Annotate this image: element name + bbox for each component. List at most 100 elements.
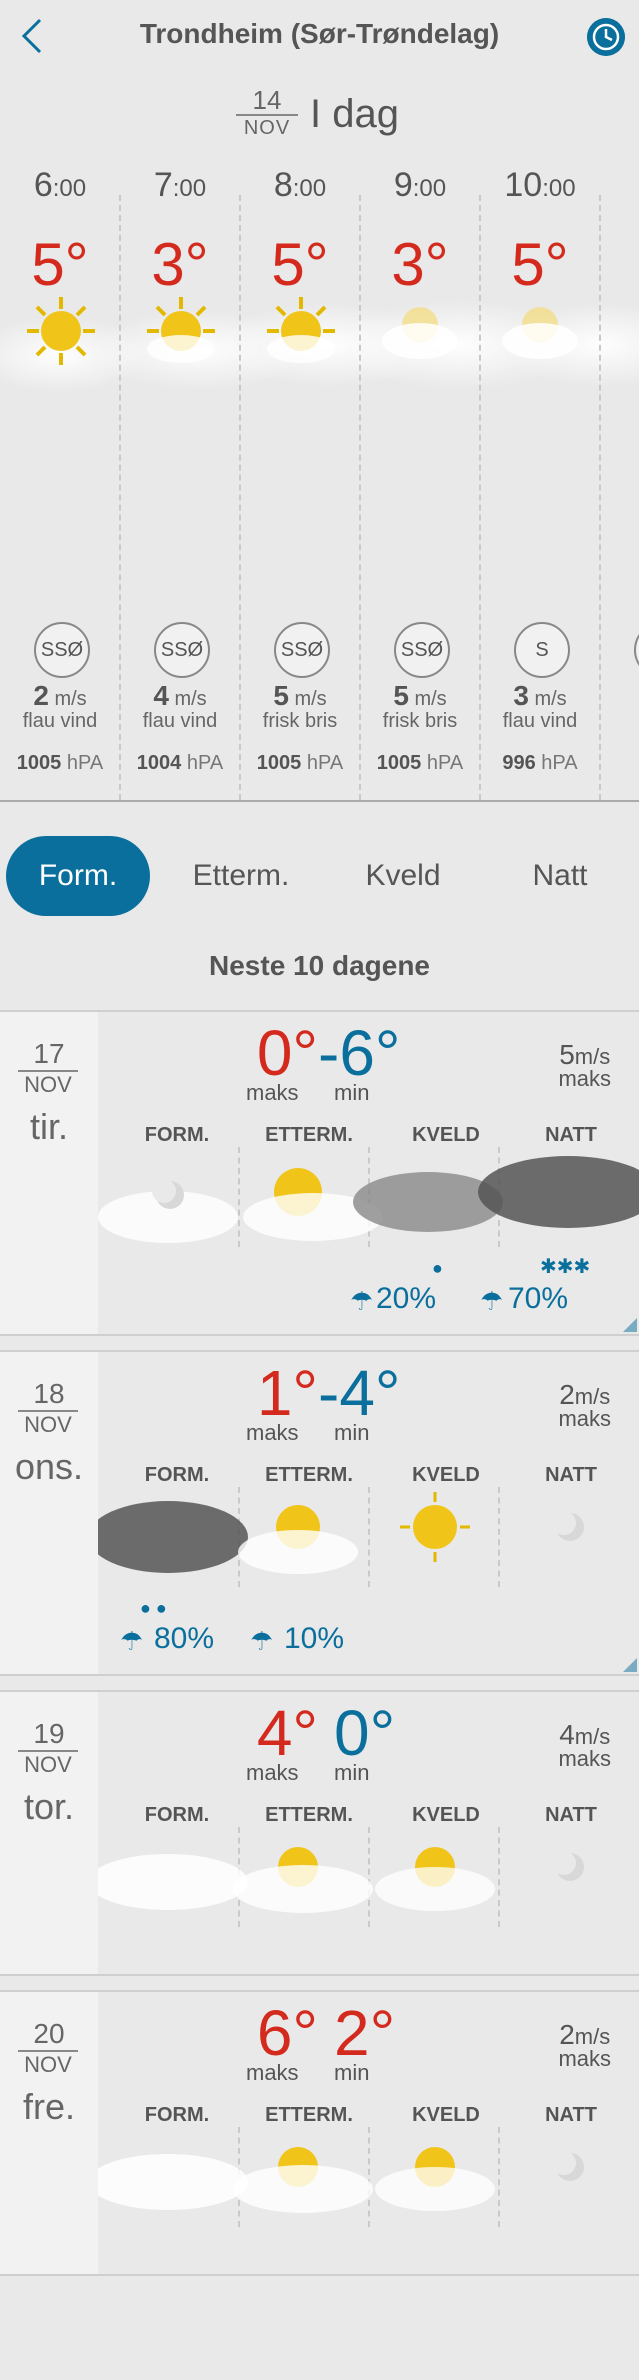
pressure-value: 1005 xyxy=(256,752,302,774)
cloud-icon xyxy=(502,307,578,359)
hour-minutes: :00 xyxy=(52,175,87,202)
weather-band xyxy=(98,1156,639,1243)
day-month: NOV xyxy=(18,1070,78,1098)
period-tabs: Form. Etterm. Kveld Natt xyxy=(6,836,633,916)
wind-direction: SSØ xyxy=(34,622,90,678)
sun-cloud-icon xyxy=(147,297,215,363)
app-header: Trondheim (Sør-Trøndelag) xyxy=(0,0,639,72)
hour-temp: 3° xyxy=(151,231,209,298)
day-number: 17 xyxy=(33,1038,65,1069)
clock-icon[interactable] xyxy=(587,18,625,56)
day-number: 19 xyxy=(33,1718,65,1749)
max-wind-label: maks xyxy=(558,1406,611,1431)
umbrella-icon: ☂ xyxy=(120,1626,144,1656)
min-label: min xyxy=(334,1080,370,1105)
max-label: maks xyxy=(246,2060,299,2085)
day-month: NOV xyxy=(18,1750,78,1778)
today-header: 14 NOV I dag xyxy=(0,86,639,146)
pressure-value: 1005 xyxy=(376,752,422,774)
period-label: NATT xyxy=(545,1464,597,1486)
pressure-unit: hPA xyxy=(186,752,224,774)
day-name: tir. xyxy=(29,1106,68,1147)
corner-indicator-icon xyxy=(623,1658,637,1672)
min-temp: 0° xyxy=(334,1697,396,1769)
period-label: KVELD xyxy=(412,1464,480,1486)
corner-indicator-icon xyxy=(623,1318,637,1332)
period-label: FORM. xyxy=(144,1464,210,1486)
umbrella-icon: ☂ xyxy=(350,1286,374,1316)
wind-unit: m/s xyxy=(54,688,87,710)
hour-label: 8 xyxy=(273,166,293,204)
day-number: 20 xyxy=(33,2018,65,2049)
wind-unit: m/s xyxy=(414,688,447,710)
hour-temp: 5° xyxy=(31,231,89,298)
max-wind: 2m/s maks xyxy=(558,1381,611,1431)
hour-col-1: 6:00 5° SSØ 2 m/s flau vind 1005 hPA xyxy=(0,150,120,800)
wind-desc: flau vind xyxy=(502,710,578,732)
min-label: min xyxy=(334,1420,370,1445)
day-row[interactable]: 19 NOV tor. 4° 0° maks min 4m/s maks FORM… xyxy=(0,1690,639,1976)
weather-band xyxy=(98,1492,584,1574)
wind-speed: 4 xyxy=(153,680,169,711)
wind-direction: SSØ xyxy=(274,622,330,678)
period-label: FORM. xyxy=(144,2104,210,2126)
min-temp: -6° xyxy=(318,1017,401,1089)
hour-label: 7 xyxy=(153,166,173,204)
min-label: min xyxy=(334,1760,370,1785)
day-month: NOV xyxy=(18,1410,78,1438)
section-title: Neste 10 dagene xyxy=(209,950,430,981)
period-label: NATT xyxy=(545,2104,597,2126)
hour-minutes: :00 xyxy=(542,175,576,202)
wind-info: 4 m/s flau vind xyxy=(120,682,240,733)
pressure-value: 996 xyxy=(502,752,536,774)
hour-temp: 3° xyxy=(391,231,449,298)
hour-col-2: 7:00 3° SSØ 4 m/s flau vind 1004 hPA xyxy=(120,150,240,800)
tab-afternoon[interactable]: Etterm. xyxy=(166,836,316,916)
wind-speed: 2 xyxy=(33,680,49,711)
wind-speed: 5 xyxy=(393,680,409,711)
pressure: 1005 hPA xyxy=(240,752,360,775)
period-label: NATT xyxy=(545,1804,597,1826)
raindrop-icon: ● xyxy=(432,1258,443,1278)
tab-morning[interactable]: Form. xyxy=(6,836,150,916)
weather-band xyxy=(98,1847,584,1913)
max-temp: 6° xyxy=(256,1997,318,2069)
min-temp: -4° xyxy=(318,1357,401,1429)
wind-direction: SSØ xyxy=(394,622,450,678)
day-name: tor. xyxy=(23,1786,75,1827)
tab-night[interactable]: Natt xyxy=(490,836,630,916)
day-name: ons. xyxy=(14,1446,84,1487)
wind-desc: flau vind xyxy=(142,710,218,732)
hourly-forecast[interactable]: 6:00 5° SSØ 2 m/s flau vind 1005 hPA 7:00… xyxy=(0,150,639,810)
precip-night: 70% xyxy=(508,1282,569,1315)
day-name: fre. xyxy=(22,2086,75,2127)
max-label: maks xyxy=(246,1760,299,1785)
pressure: 99 xyxy=(600,752,639,775)
wind-direction: SSØ xyxy=(154,622,210,678)
hour-temp: 5° xyxy=(511,231,569,298)
day-row[interactable]: 17 NOV tir. 0° -6° maks min 5m/s maks FOR… xyxy=(0,1010,639,1336)
hour-col-6: 1 1fla 99 xyxy=(600,150,639,800)
pressure-unit: hPA xyxy=(426,752,464,774)
precip-morning: 80% xyxy=(154,1622,215,1655)
day-row[interactable]: 20 NOV fre. 6° 2° maks min 2m/s maks FORM… xyxy=(0,1990,639,2276)
wind-axis-line xyxy=(0,800,639,802)
day-row[interactable]: 18 NOV ons. 1° -4° maks min 2m/s maks FOR… xyxy=(0,1350,639,1676)
period-label: FORM. xyxy=(144,1804,210,1826)
max-wind-label: maks xyxy=(558,1746,611,1771)
max-temp: 4° xyxy=(256,1697,318,1769)
tab-evening[interactable]: Kveld xyxy=(328,836,478,916)
today-day: 14 xyxy=(252,85,282,115)
pressure: 1004 hPA xyxy=(120,752,240,775)
max-temp: 1° xyxy=(256,1357,318,1429)
period-label: KVELD xyxy=(412,1124,480,1146)
wind-speed: 5 xyxy=(273,680,289,711)
max-wind-label: maks xyxy=(558,2046,611,2071)
pressure-value: 1005 xyxy=(16,752,62,774)
period-label: FORM. xyxy=(144,1124,210,1146)
raindrops-icon: ● ● xyxy=(140,1598,167,1618)
period-label: ETTERM. xyxy=(265,2104,353,2126)
period-label: ETTERM. xyxy=(265,1464,353,1486)
precip-evening: 20% xyxy=(376,1282,437,1315)
wind-desc: flau vind xyxy=(22,710,98,732)
